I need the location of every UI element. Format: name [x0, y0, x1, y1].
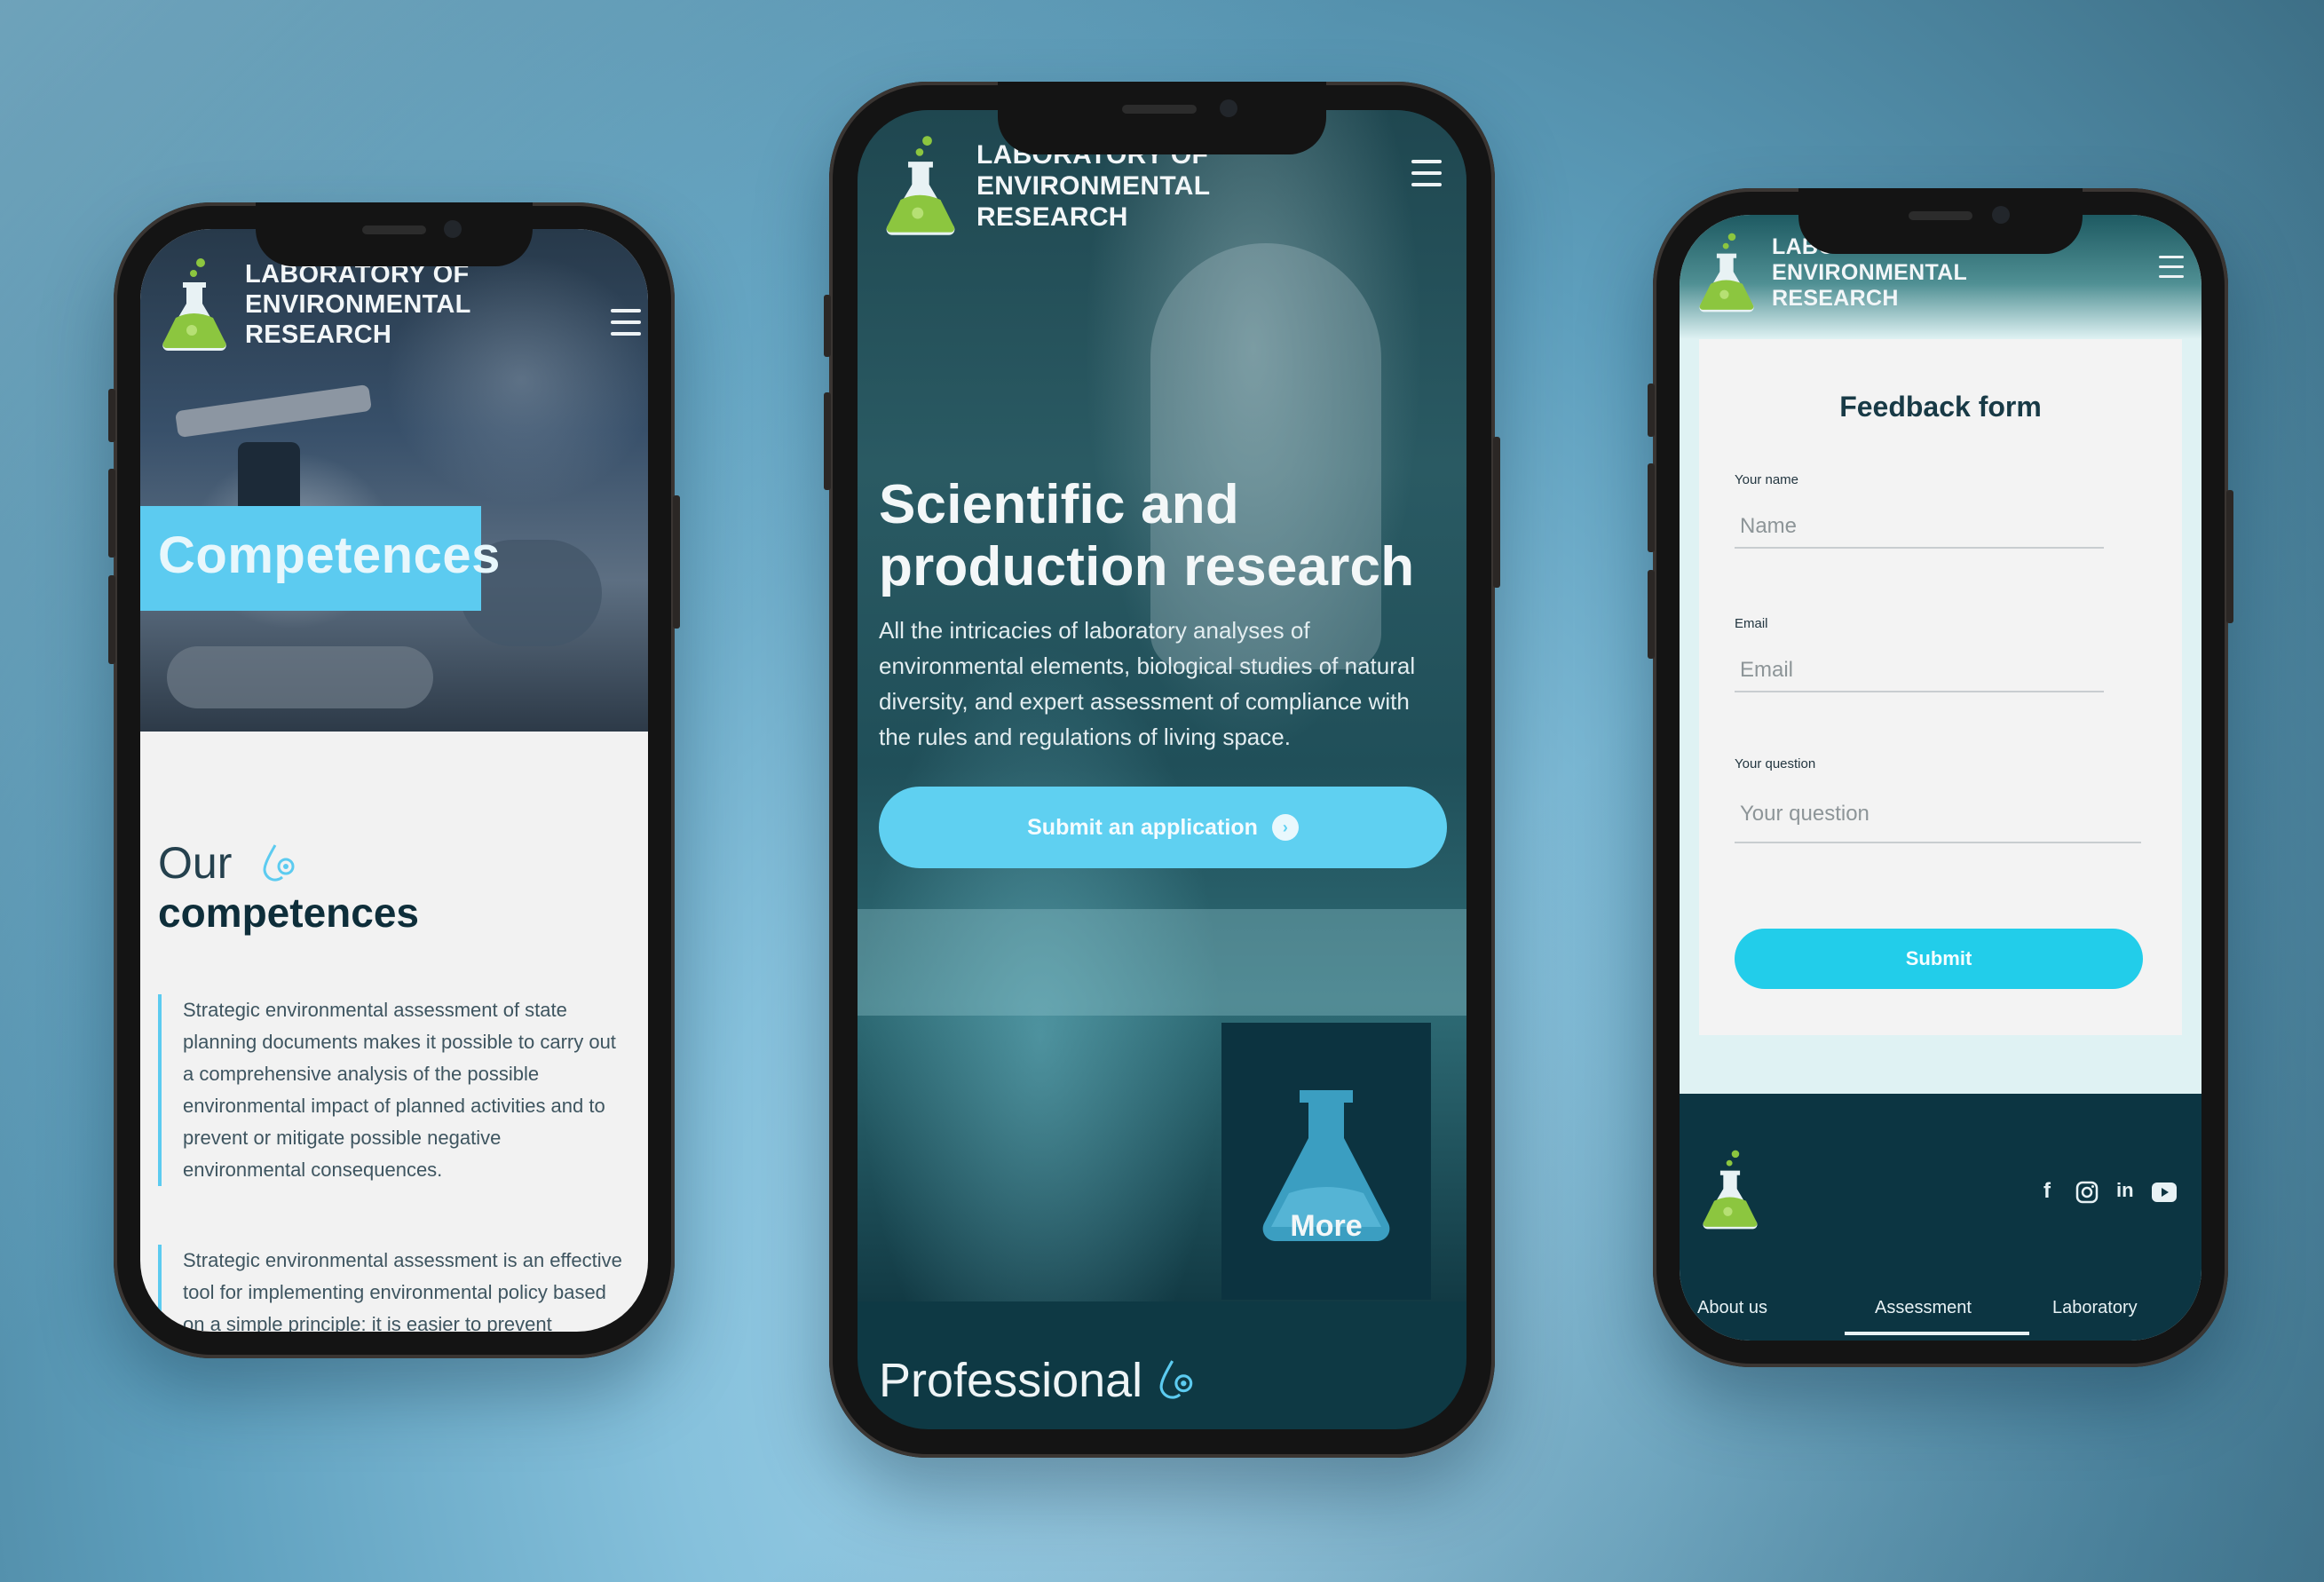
submit-button[interactable]: Submit: [1735, 929, 2143, 989]
phone-side-button: [108, 389, 115, 442]
facebook-icon[interactable]: f: [2043, 1179, 2051, 1204]
cta-label: Submit an application: [1027, 814, 1258, 840]
screen: LABORATORY OF ENVIRONMENTAL RESEARCH Fee…: [1680, 215, 2201, 1341]
menu-icon[interactable]: [2159, 256, 2184, 285]
heading-light: Our: [158, 838, 233, 888]
phone-side-button: [1648, 384, 1655, 437]
form-title: Feedback form: [1839, 391, 2042, 423]
phone-side-button: [2226, 490, 2233, 623]
active-nav-indicator: [1845, 1332, 2029, 1335]
name-label: Your name: [1735, 472, 1798, 487]
phone-hero: LABORATORY OF ENVIRONMENTAL RESEARCH Sci…: [824, 82, 1500, 1458]
hero-title-line-1: Scientific and: [879, 474, 1239, 535]
phone-side-button: [108, 575, 115, 664]
phone-side-button: [824, 295, 831, 357]
linkedin-icon[interactable]: in: [2116, 1179, 2134, 1202]
drop-gear-icon: [1159, 1360, 1193, 1399]
instagram-icon[interactable]: [2075, 1181, 2099, 1204]
brand-line-3: RESEARCH: [1772, 285, 1899, 311]
heading-bold: competences: [158, 890, 420, 936]
banner-title: Competences: [158, 526, 501, 584]
drop-gear-icon: [263, 844, 295, 882]
phone-side-button: [108, 469, 115, 558]
brand-line-2: ENVIRONMENTAL: [245, 290, 471, 319]
submit-application-button[interactable]: Submit an application ›: [879, 787, 1447, 868]
phone-side-button: [1493, 437, 1500, 588]
footer-nav-about[interactable]: About us: [1697, 1298, 1767, 1318]
flask-logo-icon: [1699, 233, 1754, 312]
logo[interactable]: LABORATORY OF ENVIRONMENTAL RESEARCH: [158, 256, 471, 353]
hero-description: All the intricacies of laboratory analys…: [879, 617, 1416, 750]
phone-side-button: [824, 392, 831, 490]
phone-side-button: [1648, 570, 1655, 659]
section-title: Professional: [879, 1354, 1143, 1407]
hero-title: Scientific and production research: [879, 474, 1414, 598]
notch: [256, 202, 533, 266]
competence-paragraph: Strategic environmental assessment of st…: [158, 994, 627, 1186]
brand-line-2: ENVIRONMENTAL: [1772, 259, 1968, 285]
brand-line-3: RESEARCH: [976, 202, 1128, 232]
brand-name: LABORATORY OF ENVIRONMENTAL RESEARCH: [245, 259, 471, 350]
flask-logo-icon: [162, 258, 226, 351]
screen: LABORATORY OF ENVIRONMENTAL RESEARCH Com…: [140, 229, 648, 1332]
feedback-form: Feedback form Your name Email Your quest…: [1699, 339, 2182, 1035]
more-card[interactable]: More: [1221, 1023, 1431, 1300]
email-field[interactable]: [1735, 650, 2104, 692]
screen: LABORATORY OF ENVIRONMENTAL RESEARCH Sci…: [858, 110, 1466, 1429]
brand-line-2: ENVIRONMENTAL: [976, 170, 1211, 201]
flask-logo-icon[interactable]: [1699, 1147, 1761, 1232]
menu-icon[interactable]: [611, 309, 641, 344]
competences-banner: Competences: [140, 506, 500, 611]
flask-logo-icon: [886, 136, 955, 235]
arrow-right-icon: ›: [1271, 814, 1299, 841]
phone-competences: LABORATORY OF ENVIRONMENTAL RESEARCH Com…: [108, 202, 680, 1358]
menu-icon[interactable]: [1411, 160, 1442, 194]
footer-nav-laboratory[interactable]: Laboratory: [2052, 1298, 2138, 1318]
hero-title-line-2: production research: [879, 536, 1415, 597]
notch: [1798, 188, 2083, 254]
footer: f in About us Assessment Laboratory: [1680, 1094, 2201, 1341]
footer-nav-assessment[interactable]: Assessment: [1875, 1298, 1972, 1318]
brand-line-3: RESEARCH: [245, 320, 392, 349]
phone-feedback: LABORATORY OF ENVIRONMENTAL RESEARCH Fee…: [1648, 188, 2233, 1367]
youtube-icon[interactable]: [2152, 1183, 2177, 1202]
question-label: Your question: [1735, 756, 1816, 771]
competence-paragraph: Strategic environmental assessment is an…: [158, 1245, 627, 1332]
phone-side-button: [673, 495, 680, 629]
email-label: Email: [1735, 616, 1768, 631]
phone-side-button: [1648, 463, 1655, 552]
name-field[interactable]: [1735, 506, 2104, 549]
more-label: More: [1290, 1209, 1363, 1243]
question-field[interactable]: [1735, 787, 2141, 843]
notch: [998, 82, 1326, 154]
